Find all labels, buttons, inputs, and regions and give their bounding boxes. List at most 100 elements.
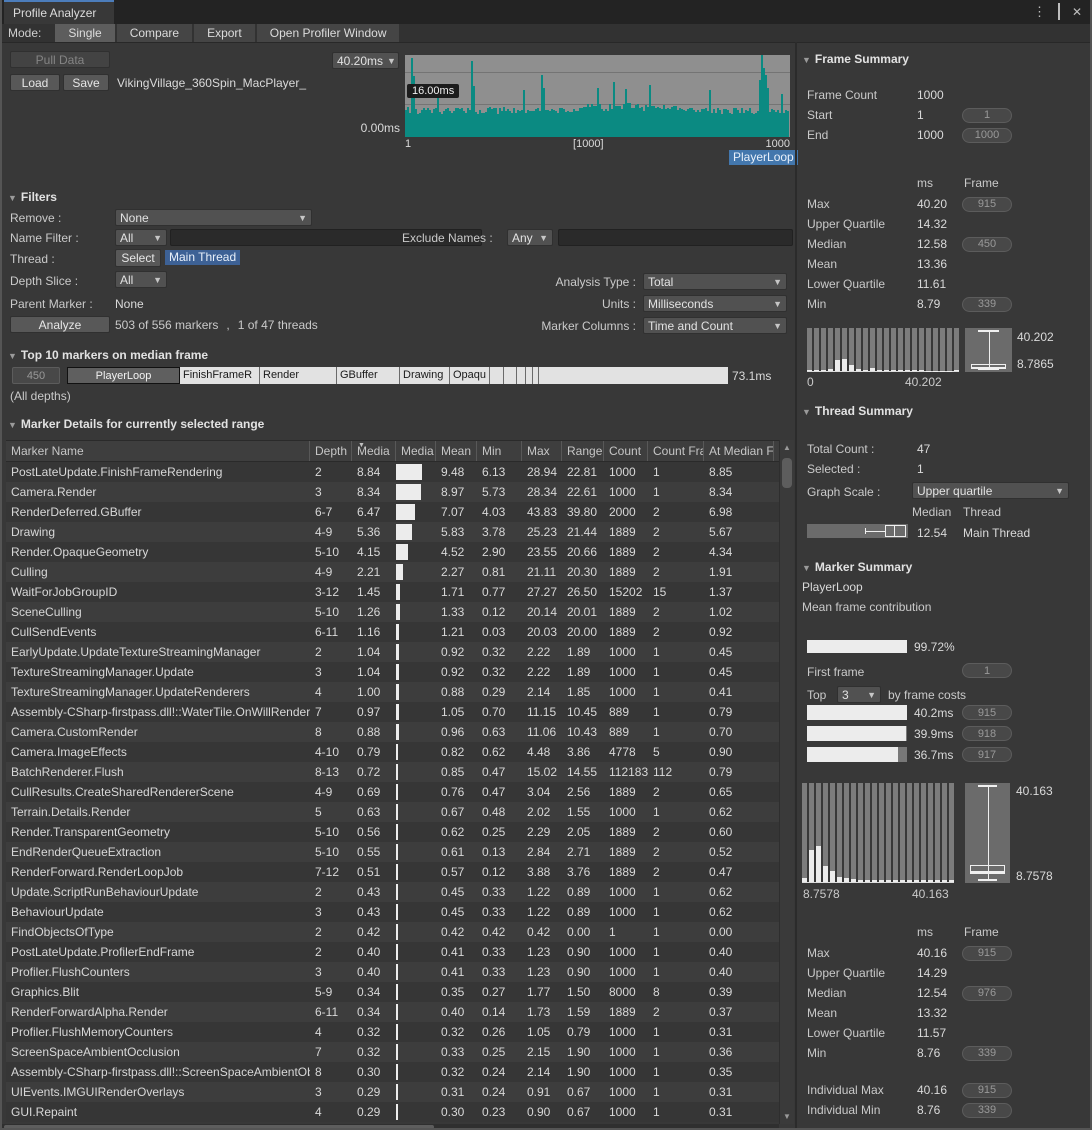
column-header-max[interactable]: Max [522,441,562,461]
mode-button-open-profiler[interactable]: Open Profiler Window [257,24,400,42]
table-row[interactable]: ScreenSpaceAmbientOcclusion70.320.330.25… [6,1042,779,1062]
top10-segment[interactable]: Drawing [400,367,450,384]
table-row[interactable]: Render.OpaqueGeometry5-104.154.522.9023.… [6,542,779,562]
top10-segment[interactable] [526,367,533,384]
maximize-icon[interactable] [1058,5,1060,19]
table-row[interactable]: RenderForward.RenderLoopJob7-120.510.570… [6,862,779,882]
frame-time-chart[interactable]: 16.00ms [405,55,790,137]
top10-segment[interactable]: GBuffer [337,367,400,384]
pull-data-button[interactable]: Pull Data [10,51,110,68]
depth-slice-dropdown[interactable]: All▼ [115,271,167,288]
name-filter-mode-dropdown[interactable]: All▼ [115,229,167,246]
top-n-dropdown[interactable]: 3▼ [837,686,881,703]
top10-segment[interactable]: Render [260,367,337,384]
frame-summary-header[interactable]: ▼Frame Summary [802,52,909,66]
selected-marker-chip[interactable]: PlayerLoop [729,150,798,165]
marker-details-header[interactable]: ▼Marker Details for currently selected r… [8,417,264,431]
frame-jump-button[interactable]: 915 [962,705,1012,720]
table-row[interactable]: GUI.Repaint40.290.300.230.900.67100010.3… [6,1102,779,1122]
thread-range-graph[interactable] [807,524,908,538]
scroll-up-icon[interactable]: ▲ [780,440,794,452]
table-row[interactable]: EarlyUpdate.UpdateTextureStreamingManage… [6,642,779,662]
table-row[interactable]: Graphics.Blit5-90.340.350.271.771.508000… [6,982,779,1002]
table-row[interactable]: Terrain.Details.Render50.630.670.482.021… [6,802,779,822]
mode-button-export[interactable]: Export [194,24,255,42]
units-dropdown[interactable]: Milliseconds▼ [643,295,787,312]
table-row[interactable]: CullResults.CreateSharedRendererScene4-9… [6,782,779,802]
top10-segment[interactable]: PlayerLoop [67,367,180,384]
table-row[interactable]: TextureStreamingManager.UpdateRenderers4… [6,682,779,702]
table-row[interactable]: PostLateUpdate.FinishFrameRendering28.84… [6,462,779,482]
frame-jump-button[interactable]: 915 [962,946,1012,961]
first-frame-button[interactable]: 1 [962,663,1012,678]
marker-summary-header[interactable]: ▼Marker Summary [802,560,912,574]
column-header-range[interactable]: Range [562,441,604,461]
table-row[interactable]: CullSendEvents6-111.161.210.0320.0320.00… [6,622,779,642]
close-icon[interactable]: ✕ [1072,5,1082,19]
thread-summary-header[interactable]: ▼Thread Summary [802,404,913,418]
frame-jump-button[interactable]: 339 [962,297,1012,312]
top10-frame-badge[interactable]: 450 [12,367,60,384]
top10-segment[interactable]: Opaqu [450,367,490,384]
table-row[interactable]: Camera.Render38.348.975.7328.3422.611000… [6,482,779,502]
kebab-menu-icon[interactable]: ⋮ [1033,4,1046,20]
scroll-down-icon[interactable]: ▼ [780,1112,794,1121]
top10-segment[interactable]: FinishFrameR [180,367,260,384]
frame-jump-button[interactable]: 918 [962,726,1012,741]
column-header-media[interactable]: Media▼ [352,441,396,461]
column-header-count[interactable]: Count [604,441,648,461]
frame-jump-button[interactable]: 339 [962,1103,1012,1118]
analyze-button[interactable]: Analyze [10,316,110,333]
remove-dropdown[interactable]: None▼ [115,209,312,226]
frame-jump-button[interactable]: 915 [962,197,1012,212]
table-row[interactable]: Profiler.FlushCounters30.400.410.331.230… [6,962,779,982]
frame-jump-button[interactable]: 976 [962,986,1012,1001]
table-row[interactable]: TextureStreamingManager.Update31.040.920… [6,662,779,682]
table-row[interactable]: FindObjectsOfType20.420.420.420.420.0011… [6,922,779,942]
marker-columns-dropdown[interactable]: Time and Count▼ [643,317,787,334]
marker-summary-boxplot[interactable] [965,783,1010,883]
mode-button-compare[interactable]: Compare [117,24,192,42]
top10-header[interactable]: ▼Top 10 markers on median frame [8,348,208,362]
top10-segment[interactable] [504,367,517,384]
vertical-scroll-thumb[interactable] [782,458,792,488]
frame-summary-histogram[interactable] [807,328,959,372]
panel-divider[interactable] [795,42,797,1130]
chart-scale-dropdown[interactable]: 40.20ms▼ [332,52,399,69]
frame-jump-button[interactable]: 915 [962,1083,1012,1098]
table-row[interactable]: RenderForwardAlpha.Render6-110.340.400.1… [6,1002,779,1022]
mode-button-single[interactable]: Single [55,24,114,42]
frame-jump-button[interactable]: 1000 [962,128,1012,143]
table-row[interactable]: BehaviourUpdate30.430.450.331.220.891000… [6,902,779,922]
thread-selection-chip[interactable]: Main Thread [165,250,240,265]
column-header-count-fra[interactable]: Count Fra [648,441,704,461]
table-row[interactable]: Camera.CustomRender80.880.960.6311.0610.… [6,722,779,742]
table-row[interactable]: Update.ScriptRunBehaviourUpdate20.430.45… [6,882,779,902]
graph-scale-dropdown[interactable]: Upper quartile▼ [912,482,1069,499]
table-horizontal-scrollbar[interactable] [2,1124,779,1130]
table-row[interactable]: UIEvents.IMGUIRenderOverlays30.290.310.2… [6,1082,779,1102]
top10-segment[interactable] [517,367,526,384]
table-row[interactable]: Culling4-92.212.270.8121.1120.30188921.9… [6,562,779,582]
save-button[interactable]: Save [63,74,109,91]
table-vertical-scrollbar[interactable]: ▲ ▼ [779,440,794,1124]
column-header-mean[interactable]: Mean [436,441,477,461]
table-row[interactable]: PostLateUpdate.ProfilerEndFrame20.400.41… [6,942,779,962]
table-row[interactable]: Profiler.FlushMemoryCounters40.320.320.2… [6,1022,779,1042]
horizontal-scroll-thumb[interactable] [4,1125,434,1129]
table-row[interactable]: Drawing4-95.365.833.7825.2321.44188925.6… [6,522,779,542]
table-row[interactable]: SceneCulling5-101.261.330.1220.1420.0118… [6,602,779,622]
frame-summary-boxplot[interactable] [965,328,1012,372]
table-row[interactable]: RenderDeferred.GBuffer6-76.477.074.0343.… [6,502,779,522]
analysis-type-dropdown[interactable]: Total▼ [643,273,787,290]
table-row[interactable]: Render.TransparentGeometry5-100.560.620.… [6,822,779,842]
exclude-mode-dropdown[interactable]: Any▼ [507,229,553,246]
frame-jump-button[interactable]: 450 [962,237,1012,252]
thread-select-button[interactable]: Select [115,249,161,267]
frame-jump-button[interactable]: 339 [962,1046,1012,1061]
frame-jump-button[interactable]: 1 [962,108,1012,123]
table-row[interactable]: BatchRenderer.Flush8-130.720.850.4715.02… [6,762,779,782]
load-button[interactable]: Load [10,74,60,91]
top10-segment[interactable] [490,367,504,384]
filters-header[interactable]: ▼Filters [8,190,57,204]
